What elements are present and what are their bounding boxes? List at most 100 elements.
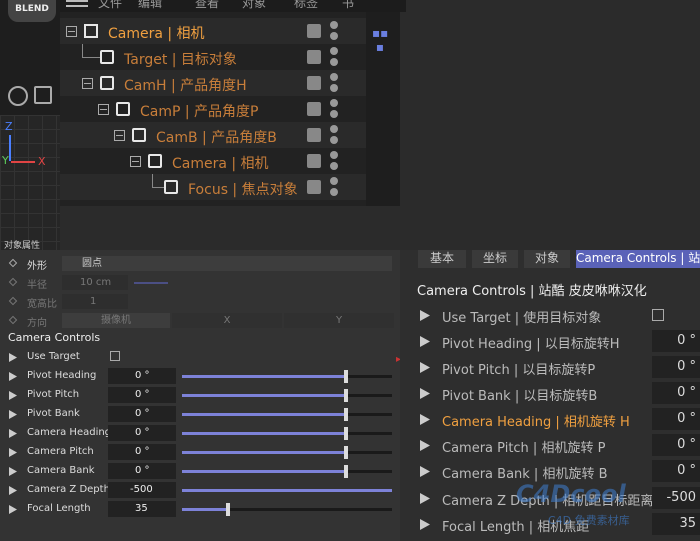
slider-knob[interactable]	[343, 427, 348, 440]
keyframe-bullet-icon[interactable]	[420, 336, 430, 347]
keyframe-bullet-icon[interactable]	[9, 353, 17, 362]
tree-row-camh[interactable]: CamH | 产品角度H	[60, 70, 366, 96]
keyframe-diamond-icon[interactable]	[8, 296, 18, 306]
frame-icon[interactable]	[34, 86, 52, 104]
keyframe-diamond-icon[interactable]	[8, 315, 18, 325]
slider-knob[interactable]	[226, 503, 231, 516]
right-row-pivot-bank[interactable]: Pivot Bank | 以目标旋转B 0 °	[400, 380, 700, 406]
direction-x-button[interactable]: X	[172, 313, 282, 328]
value-field[interactable]: 0 °	[652, 408, 700, 430]
menu-item-view[interactable]: 查看	[195, 0, 219, 11]
value-field[interactable]: 0 °	[108, 444, 176, 460]
edit-icon[interactable]	[307, 76, 321, 90]
tab-basic[interactable]: 基本	[418, 250, 466, 268]
edit-icon[interactable]	[307, 102, 321, 116]
aspect-field[interactable]: 1	[62, 294, 128, 309]
direction-y-button[interactable]: Y	[284, 313, 394, 328]
tab-coords[interactable]: 坐标	[472, 250, 518, 268]
edit-icon[interactable]	[307, 50, 321, 64]
attr-direction-row[interactable]: 方向 摄像机 X Y	[0, 311, 400, 330]
keyframe-bullet-icon[interactable]	[9, 410, 17, 419]
tree-row-focus[interactable]: Focus | 焦点对象	[60, 174, 366, 200]
use-target-checkbox[interactable]	[652, 309, 664, 321]
right-row-camera-pitch[interactable]: Camera Pitch | 相机旋转 P 0 °	[400, 432, 700, 458]
keyframe-bullet-icon[interactable]	[420, 519, 430, 530]
tree-row-target[interactable]: Target | 目标对象	[60, 44, 366, 70]
keyframe-bullet-icon[interactable]	[420, 414, 430, 425]
menu-item-tag[interactable]: 标签	[294, 0, 318, 11]
value-slider[interactable]	[182, 465, 392, 478]
value-field[interactable]: 0 °	[108, 406, 176, 422]
visibility-dots-icon[interactable]	[330, 99, 338, 119]
keyframe-diamond-icon[interactable]	[8, 277, 18, 287]
keyframe-bullet-icon[interactable]	[420, 362, 430, 373]
slider-knob[interactable]	[343, 389, 348, 402]
attr-row-use-target[interactable]: Use Target	[0, 348, 400, 367]
attr-row-camera-heading[interactable]: Camera Heading 0 °	[0, 424, 400, 443]
visibility-dots-icon[interactable]	[330, 21, 338, 41]
value-field[interactable]: 0 °	[652, 356, 700, 378]
collapse-icon[interactable]	[114, 130, 125, 141]
value-field[interactable]: 0 °	[652, 330, 700, 352]
keyframe-bullet-icon[interactable]	[420, 440, 430, 451]
right-row-camera-heading[interactable]: Camera Heading | 相机旋转 H 0 °	[400, 406, 700, 432]
tab-camera-controls[interactable]: Camera Controls | 站	[576, 250, 700, 268]
value-field[interactable]: 35	[652, 513, 700, 535]
visibility-dots-icon[interactable]	[330, 125, 338, 145]
tree-row-camp[interactable]: CamP | 产品角度P	[60, 96, 366, 122]
keyframe-bullet-icon[interactable]	[420, 466, 430, 477]
attr-row-pivot-pitch[interactable]: Pivot Pitch 0 °	[0, 386, 400, 405]
radius-field[interactable]: 10 cm	[62, 275, 128, 290]
value-slider[interactable]	[182, 370, 392, 383]
value-field[interactable]: -500	[652, 487, 700, 509]
value-field[interactable]: 0 °	[108, 425, 176, 441]
menu-item-edit[interactable]: 编辑	[138, 0, 162, 11]
collapse-icon[interactable]	[66, 26, 77, 37]
direction-camera-button[interactable]: 摄像机	[62, 313, 170, 328]
keyframe-diamond-icon[interactable]	[8, 258, 18, 268]
attr-row-pivot-bank[interactable]: Pivot Bank 0 °	[0, 405, 400, 424]
slider-knob[interactable]	[343, 465, 348, 478]
value-slider[interactable]	[182, 408, 392, 421]
menu-item-file[interactable]: 文件	[98, 0, 122, 11]
keyframe-bullet-icon[interactable]	[9, 391, 17, 400]
keyframe-bullet-icon[interactable]	[9, 505, 17, 514]
menu-item-bookmark[interactable]: 书	[342, 0, 354, 11]
visibility-dots-icon[interactable]	[330, 151, 338, 171]
tab-object[interactable]: 对象	[524, 250, 570, 268]
shape-dropdown[interactable]: 圆点	[62, 256, 392, 271]
value-field[interactable]: 0 °	[652, 434, 700, 456]
value-slider[interactable]	[182, 503, 392, 516]
attr-row-camera-bank[interactable]: Camera Bank 0 °	[0, 462, 400, 481]
visibility-dots-icon[interactable]	[330, 73, 338, 93]
attr-shape-row[interactable]: 外形 圆点	[0, 254, 400, 273]
hamburger-icon[interactable]	[66, 0, 88, 10]
layers-grid-icon[interactable]: ▪▪ ▪	[372, 26, 388, 54]
use-target-checkbox[interactable]	[110, 351, 120, 361]
edit-icon[interactable]	[307, 180, 321, 194]
tree-row-camera[interactable]: Camera | 相机	[60, 18, 366, 44]
keyframe-bullet-icon[interactable]	[9, 429, 17, 438]
attr-row-pivot-heading[interactable]: Pivot Heading 0 °	[0, 367, 400, 386]
value-slider[interactable]	[182, 489, 392, 492]
keyframe-bullet-icon[interactable]	[9, 486, 17, 495]
slider-knob[interactable]	[343, 446, 348, 459]
collapse-icon[interactable]	[98, 104, 109, 115]
value-field[interactable]: 0 °	[652, 460, 700, 482]
orbit-icon[interactable]	[8, 86, 28, 106]
slider-knob[interactable]	[343, 408, 348, 421]
attr-row-camera-z-depth[interactable]: Camera Z Depth -500	[0, 481, 400, 500]
edit-icon[interactable]	[307, 24, 321, 38]
value-field[interactable]: 0 °	[108, 463, 176, 479]
value-field[interactable]: 0 °	[108, 368, 176, 384]
keyframe-bullet-icon[interactable]	[9, 448, 17, 457]
keyframe-bullet-icon[interactable]	[9, 372, 17, 381]
value-slider[interactable]	[182, 427, 392, 440]
menu-item-object[interactable]: 对象	[242, 0, 266, 11]
collapse-icon[interactable]	[82, 78, 93, 89]
radius-slider[interactable]	[134, 282, 168, 284]
value-slider[interactable]	[182, 389, 392, 402]
value-slider[interactable]	[182, 446, 392, 459]
collapse-icon[interactable]	[130, 156, 141, 167]
tree-row-camb[interactable]: CamB | 产品角度B	[60, 122, 366, 148]
